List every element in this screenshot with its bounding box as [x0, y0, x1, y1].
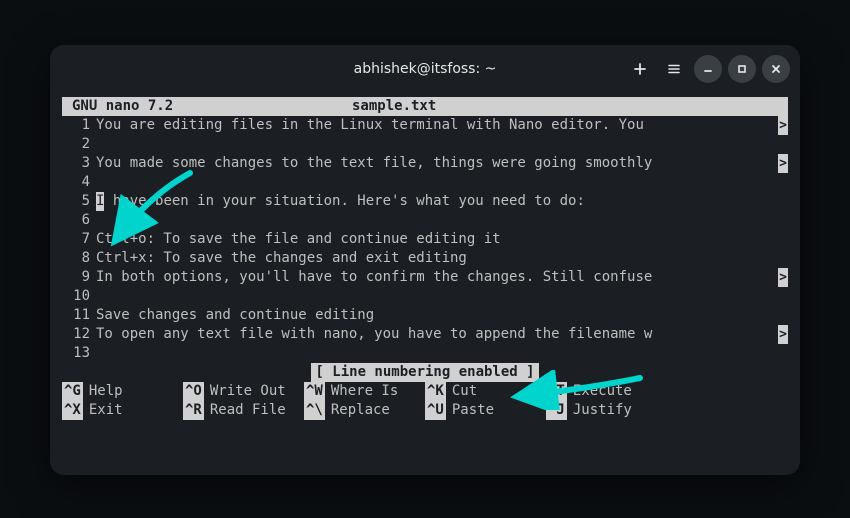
line-text — [96, 344, 788, 363]
line-text — [96, 173, 788, 192]
line-number: 13 — [62, 344, 96, 363]
shortcut-item: ^O Write Out — [183, 382, 304, 401]
shortcut-item: ^W Where Is — [304, 382, 425, 401]
shortcut-item: ^R Read File — [183, 401, 304, 420]
shortcut-item: ^\ Replace — [304, 401, 425, 420]
line-text: To open any text file with nano, you hav… — [96, 325, 788, 344]
shortcut-item: ^T Execute — [546, 382, 667, 401]
nano-header: GNU nano 7.2 sample.txt — [62, 97, 788, 116]
line-text: Save changes and continue editing — [96, 306, 788, 325]
new-tab-button[interactable] — [626, 55, 654, 83]
close-button[interactable] — [762, 55, 790, 83]
shortcut-key: ^J — [546, 401, 567, 420]
shortcut-label: Replace — [331, 401, 390, 420]
terminal-body[interactable]: GNU nano 7.2 sample.txt 1You are editing… — [50, 93, 800, 475]
line-number: 2 — [62, 135, 96, 154]
line-text: Ctrl+x: To save the changes and exit edi… — [96, 249, 788, 268]
window-controls — [626, 45, 790, 93]
line-number: 8 — [62, 249, 96, 268]
shortcut-label: Paste — [452, 401, 494, 420]
shortcut-key: ^O — [183, 382, 204, 401]
shortcut-item: ^J Justify — [546, 401, 667, 420]
nano-status-row: [ Line numbering enabled ] — [62, 363, 788, 382]
shortcut-key: ^X — [62, 401, 83, 420]
line-text: Ctrl+o: To save the file and continue ed… — [96, 230, 788, 249]
editor-line: 6 — [62, 211, 788, 230]
line-number: 4 — [62, 173, 96, 192]
line-text: In both options, you'll have to confirm … — [96, 268, 788, 287]
shortcut-item: ^X Exit — [62, 401, 183, 420]
shortcut-key: ^U — [425, 401, 446, 420]
editor-line: 5I have been in your situation. Here's w… — [62, 192, 788, 211]
shortcut-key: ^K — [425, 382, 446, 401]
menu-button[interactable] — [660, 55, 688, 83]
line-number: 9 — [62, 268, 96, 287]
line-number: 12 — [62, 325, 96, 344]
editor-area[interactable]: 1You are editing files in the Linux term… — [62, 116, 788, 363]
line-text: I have been in your situation. Here's wh… — [96, 192, 788, 211]
shortcut-label: Exit — [89, 401, 123, 420]
line-text: You are editing files in the Linux termi… — [96, 116, 788, 135]
line-number: 10 — [62, 287, 96, 306]
hamburger-icon — [667, 62, 681, 76]
shortcut-label: Execute — [573, 382, 632, 401]
maximize-button[interactable] — [728, 55, 756, 83]
shortcut-key: ^W — [304, 382, 325, 401]
shortcut-key: ^R — [183, 401, 204, 420]
shortcut-label: Justify — [573, 401, 632, 420]
line-number: 5 — [62, 192, 96, 211]
editor-line: 10 — [62, 287, 788, 306]
shortcut-item — [667, 401, 788, 420]
nano-filename: sample.txt — [352, 97, 788, 116]
minimize-icon — [702, 63, 714, 75]
line-text — [96, 135, 788, 154]
editor-line: 13 — [62, 344, 788, 363]
editor-line: 2 — [62, 135, 788, 154]
shortcut-label: Write Out — [210, 382, 286, 401]
shortcut-label: Cut — [452, 382, 477, 401]
line-text: You made some changes to the text file, … — [96, 154, 788, 173]
line-text — [96, 287, 788, 306]
editor-line: 8Ctrl+x: To save the changes and exit ed… — [62, 249, 788, 268]
nano-shortcuts: ^G Help ^O Write Out ^W Where Is ^K Cut ^T Execut… — [62, 382, 788, 420]
shortcut-key: ^G — [62, 382, 83, 401]
line-text — [96, 211, 788, 230]
editor-line: 3You made some changes to the text file,… — [62, 154, 788, 173]
line-number: 11 — [62, 306, 96, 325]
shortcut-item — [667, 382, 788, 401]
close-icon — [770, 63, 782, 75]
shortcut-item: ^K Cut — [425, 382, 546, 401]
shortcut-label: Help — [89, 382, 123, 401]
line-number: 6 — [62, 211, 96, 230]
editor-line: 11Save changes and continue editing — [62, 306, 788, 325]
editor-line: 1You are editing files in the Linux term… — [62, 116, 788, 135]
maximize-icon — [736, 63, 748, 75]
editor-line: 7Ctrl+o: To save the file and continue e… — [62, 230, 788, 249]
truncation-marker: > — [778, 116, 788, 135]
nano-version: GNU nano 7.2 — [68, 97, 352, 116]
terminal-window: abhishek@itsfoss: ~ GNU nano 7.2 sample.… — [50, 45, 800, 475]
truncation-marker: > — [778, 268, 788, 287]
shortcut-item: ^G Help — [62, 382, 183, 401]
nano-status-message: [ Line numbering enabled ] — [311, 363, 538, 382]
window-title: abhishek@itsfoss: ~ — [354, 61, 497, 77]
truncation-marker: > — [778, 154, 788, 173]
shortcut-label: Where Is — [331, 382, 398, 401]
line-number: 1 — [62, 116, 96, 135]
titlebar: abhishek@itsfoss: ~ — [50, 45, 800, 93]
minimize-button[interactable] — [694, 55, 722, 83]
line-number: 3 — [62, 154, 96, 173]
editor-line: 4 — [62, 173, 788, 192]
editor-line: 9In both options, you'll have to confirm… — [62, 268, 788, 287]
shortcut-key: ^\ — [304, 401, 325, 420]
truncation-marker: > — [778, 325, 788, 344]
shortcut-key: ^T — [546, 382, 567, 401]
editor-line: 12To open any text file with nano, you h… — [62, 325, 788, 344]
shortcut-label: Read File — [210, 401, 286, 420]
shortcut-item: ^U Paste — [425, 401, 546, 420]
plus-icon — [633, 62, 647, 76]
line-number: 7 — [62, 230, 96, 249]
